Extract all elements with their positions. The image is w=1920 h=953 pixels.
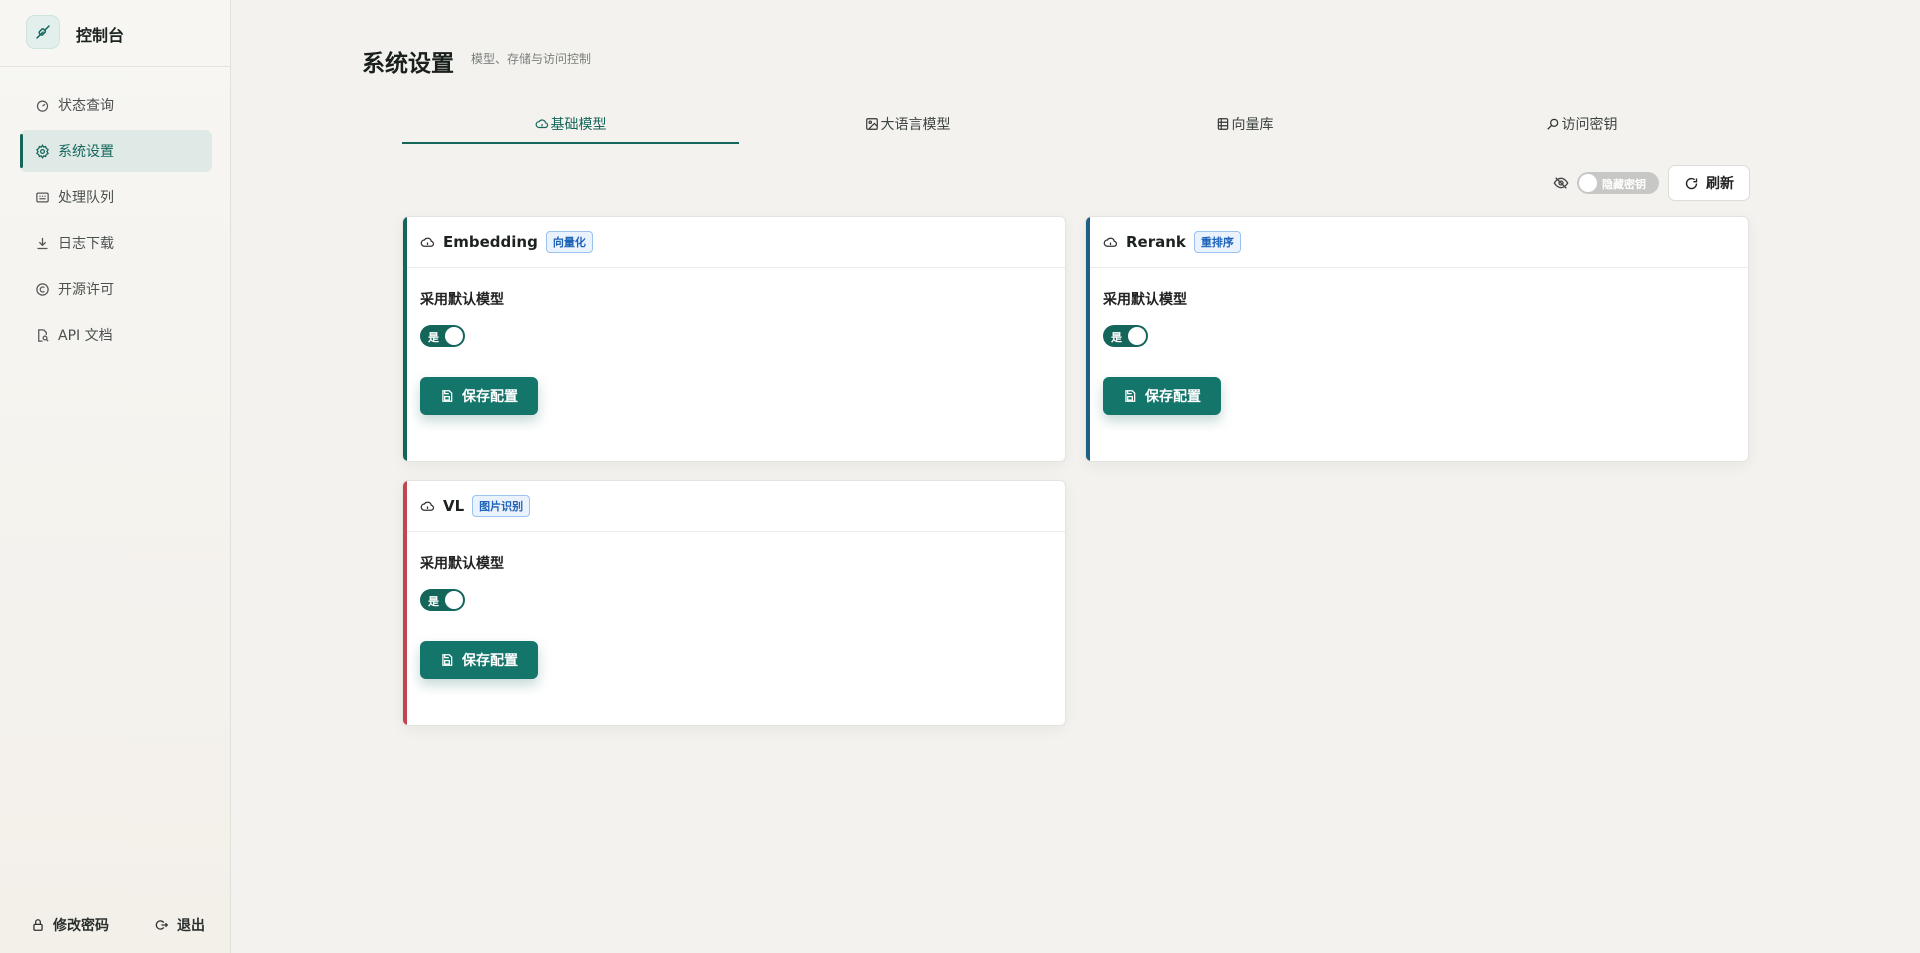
tab-label: 基础模型: [550, 117, 607, 133]
tab-access-keys[interactable]: 访问密钥: [1413, 104, 1750, 144]
sidebar-item-logs[interactable]: 日志下载: [20, 222, 212, 264]
settings-tabs: 基础模型 大语言模型 向量库 访问密钥: [402, 104, 1750, 144]
save-label: 保存配置: [462, 653, 518, 669]
database-icon: [1216, 117, 1230, 131]
save-label: 保存配置: [462, 389, 518, 405]
doc-search-icon: [34, 327, 50, 343]
cloud-icon: [1103, 234, 1119, 250]
sidebar-item-settings[interactable]: 系统设置: [20, 130, 212, 172]
sidebar-item-label: 处理队列: [58, 190, 114, 206]
sidebar-item-label: 开源许可: [58, 282, 114, 298]
tab-label: 访问密钥: [1561, 117, 1618, 133]
card-accent: [403, 217, 407, 461]
sidebar-item-queue[interactable]: 处理队列: [20, 176, 212, 218]
tab-llm[interactable]: 大语言模型: [739, 104, 1076, 144]
refresh-button[interactable]: 刷新: [1668, 165, 1750, 201]
default-model-label: 采用默认模型: [1103, 292, 1187, 308]
save-config-button[interactable]: 保存配置: [420, 377, 538, 415]
sidebar-item-api-docs[interactable]: API 文档: [20, 314, 212, 356]
sidebar-item-license[interactable]: 开源许可: [20, 268, 212, 310]
lock-icon: [30, 917, 46, 933]
tab-base-models[interactable]: 基础模型: [402, 104, 739, 144]
copyright-icon: [34, 281, 50, 297]
card-header: Embedding 向量化: [403, 217, 1065, 268]
default-model-switch[interactable]: 是: [420, 589, 465, 611]
card-title: Embedding: [443, 233, 538, 251]
key-search-icon: [1546, 117, 1560, 131]
default-model-label: 采用默认模型: [420, 556, 504, 572]
hide-keys-toggle[interactable]: 隐藏密钥: [1577, 172, 1659, 194]
card-badge: 向量化: [545, 231, 593, 253]
save-icon: [1123, 389, 1137, 403]
gauge-icon: [34, 97, 50, 113]
sidebar-footer: 修改密码 退出: [0, 895, 230, 953]
toolbar: 隐藏密钥 刷新: [1553, 165, 1750, 201]
logout-label: 退出: [177, 918, 205, 934]
card-header: VL 图片识别: [403, 481, 1065, 532]
tab-vector-db[interactable]: 向量库: [1076, 104, 1413, 144]
switch-knob: [1128, 327, 1146, 345]
save-label: 保存配置: [1145, 389, 1201, 405]
tab-label: 大语言模型: [880, 117, 951, 133]
sidebar-item-label: 状态查询: [58, 98, 114, 114]
switch-label: 是: [1111, 331, 1122, 344]
default-model-label: 采用默认模型: [420, 292, 504, 308]
queue-icon: [34, 189, 50, 205]
card-accent: [403, 481, 407, 725]
logout-button[interactable]: 退出: [154, 915, 205, 935]
sidebar: 控制台 状态查询 系统设置 处理队列 日志下载 开源许可 API 文档 修改密码…: [0, 0, 231, 953]
page-subtitle: 模型、存储与访问控制: [471, 52, 592, 66]
save-config-button[interactable]: 保存配置: [420, 641, 538, 679]
sidebar-item-label: API 文档: [58, 328, 113, 344]
toggle-knob: [1579, 174, 1597, 192]
switch-label: 是: [428, 595, 439, 608]
logout-icon: [154, 917, 170, 933]
card-title: Rerank: [1126, 233, 1186, 251]
model-card-rerank: Rerank 重排序 采用默认模型 是 保存配置: [1085, 216, 1749, 462]
save-config-button[interactable]: 保存配置: [1103, 377, 1221, 415]
cloud-icon: [420, 498, 436, 514]
switch-knob: [445, 327, 463, 345]
switch-label: 是: [428, 331, 439, 344]
card-accent: [1086, 217, 1090, 461]
switch-knob: [445, 591, 463, 609]
refresh-label: 刷新: [1706, 176, 1734, 192]
default-model-switch[interactable]: 是: [1103, 325, 1148, 347]
download-icon: [34, 235, 50, 251]
cloud-icon: [535, 117, 549, 131]
sidebar-nav: 状态查询 系统设置 处理队列 日志下载 开源许可 API 文档: [20, 84, 212, 360]
change-password-label: 修改密码: [53, 918, 109, 934]
model-card-vl: VL 图片识别 采用默认模型 是 保存配置: [402, 480, 1066, 726]
sidebar-item-status[interactable]: 状态查询: [20, 84, 212, 126]
brand-title: 控制台: [76, 26, 125, 45]
gear-icon: [34, 143, 50, 159]
model-card-embedding: Embedding 向量化 采用默认模型 是 保存配置: [402, 216, 1066, 462]
card-badge: 图片识别: [472, 495, 531, 517]
image-icon: [865, 117, 879, 131]
tab-label: 向量库: [1231, 117, 1274, 133]
cloud-icon: [420, 234, 436, 250]
default-model-switch[interactable]: 是: [420, 325, 465, 347]
refresh-icon: [1684, 175, 1700, 191]
sidebar-item-label: 系统设置: [58, 144, 114, 160]
save-icon: [440, 389, 454, 403]
card-title: VL: [443, 497, 465, 515]
change-password-button[interactable]: 修改密码: [30, 915, 109, 935]
eye-off-icon: [1553, 175, 1569, 191]
page-title: 系统设置: [362, 51, 454, 77]
sidebar-item-label: 日志下载: [58, 236, 114, 252]
brand: 控制台: [0, 0, 230, 67]
hide-keys-label: 隐藏密钥: [1602, 178, 1646, 191]
card-badge: 重排序: [1193, 231, 1241, 253]
card-header: Rerank 重排序: [1086, 217, 1748, 268]
link-logo-icon: [26, 15, 60, 49]
save-icon: [440, 653, 454, 667]
